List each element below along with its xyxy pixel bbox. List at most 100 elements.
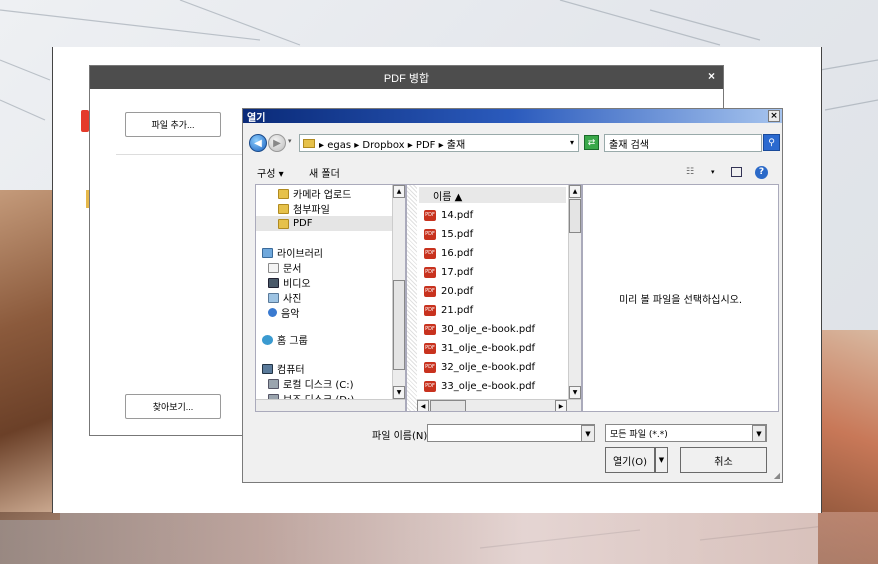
merge-close-button[interactable]: × bbox=[708, 69, 715, 83]
scroll-down-icon[interactable]: ▼ bbox=[393, 386, 405, 399]
forward-arrow-icon: ▶ bbox=[273, 137, 281, 149]
back-button[interactable]: ◀ bbox=[249, 134, 267, 152]
column-header-name[interactable]: 이름 ▲ bbox=[419, 187, 566, 203]
scroll-thumb[interactable] bbox=[569, 199, 581, 233]
organize-menu[interactable]: 구성 ▾ bbox=[257, 165, 284, 180]
open-close-button[interactable]: × bbox=[768, 110, 780, 122]
scroll-down-icon[interactable]: ▼ bbox=[569, 386, 581, 399]
view-options-icon[interactable]: ☷ bbox=[686, 167, 694, 177]
pdf-file-icon: PDF bbox=[424, 342, 436, 354]
folder-icon bbox=[278, 203, 289, 214]
pdf-file-icon: PDF bbox=[424, 266, 436, 278]
filename-row: 파일 이름(N): ▼ 모든 파일 (*.*) ▼ bbox=[243, 423, 784, 445]
folder-icon bbox=[278, 218, 289, 229]
hscroll-thumb[interactable] bbox=[430, 400, 466, 411]
file-name: 20.pdf bbox=[441, 285, 474, 297]
nav-item-local-disk-c[interactable]: 로컬 디스크 (C:) bbox=[256, 376, 393, 391]
nav-item-homegroup[interactable]: 홈 그룹 bbox=[256, 332, 393, 347]
file-type-dropdown-icon[interactable]: ▼ bbox=[752, 425, 766, 442]
scroll-up-icon[interactable]: ▲ bbox=[393, 185, 405, 198]
drive-icon bbox=[268, 378, 279, 389]
open-button[interactable]: 열기(O) bbox=[605, 447, 655, 473]
history-dropdown-icon[interactable]: ▾ bbox=[288, 137, 292, 145]
scroll-right-icon[interactable]: ▶ bbox=[555, 400, 567, 411]
search-icon: ⚲ bbox=[768, 137, 775, 148]
nav-pane-hscrollbar[interactable] bbox=[256, 399, 405, 411]
nav-item-label: 컴퓨터 bbox=[277, 365, 305, 376]
nav-item-camera-upload[interactable]: 카메라 업로드 bbox=[256, 186, 393, 201]
address-bar[interactable]: ▸ egas ▸ Dropbox ▸ PDF ▸ 출재 ▾ bbox=[299, 134, 579, 152]
file-list-pane: 이름 ▲ PDF 14.pdf PDF 15.pdf PDF 16.pdf PD… bbox=[406, 184, 582, 412]
open-file-dialog: 열기 × ◀ ▶ ▾ ▸ egas ▸ Dropbox ▸ PDF ▸ 출재 ▾… bbox=[242, 108, 783, 483]
nav-item-label: PDF bbox=[293, 218, 313, 229]
toolbar: 구성 ▾ 새 폴더 ☷ ▾ ? bbox=[243, 162, 784, 182]
file-name: 21.pdf bbox=[441, 304, 474, 316]
cancel-button[interactable]: 취소 bbox=[680, 447, 767, 473]
nav-item-label: 홈 그룹 bbox=[277, 336, 308, 347]
file-name: 31_olje_e-book.pdf bbox=[441, 342, 536, 354]
file-item[interactable]: PDF 31_olje_e-book.pdf bbox=[419, 340, 566, 356]
pane-splitter[interactable] bbox=[407, 185, 417, 411]
open-title: 열기 bbox=[247, 112, 266, 124]
filename-dropdown-icon[interactable]: ▼ bbox=[581, 425, 595, 442]
scroll-up-icon[interactable]: ▲ bbox=[569, 185, 581, 198]
file-item[interactable]: PDF 33_olje_e-book.pdf bbox=[419, 378, 566, 394]
forward-button[interactable]: ▶ bbox=[268, 134, 286, 152]
button-row: 열기(O) ▼ 취소 bbox=[243, 447, 784, 475]
new-folder-button[interactable]: 새 폴더 bbox=[309, 165, 340, 180]
refresh-icon: ⇄ bbox=[587, 137, 596, 148]
pdf-file-icon: PDF bbox=[424, 247, 436, 259]
help-icon[interactable]: ? bbox=[755, 165, 768, 179]
filename-input[interactable] bbox=[427, 424, 595, 442]
preview-pane-toggle-icon[interactable] bbox=[731, 167, 742, 177]
file-type-select[interactable]: 모든 파일 (*.*) bbox=[605, 424, 767, 442]
merge-divider bbox=[116, 154, 244, 155]
pdf-file-icon: PDF bbox=[424, 361, 436, 373]
nav-item-computer[interactable]: 컴퓨터 bbox=[256, 361, 393, 376]
nav-item-attachments[interactable]: 첨부파일 bbox=[256, 201, 393, 216]
back-arrow-icon: ◀ bbox=[254, 137, 262, 149]
music-icon bbox=[268, 308, 277, 317]
file-list-hscrollbar[interactable]: ◀ ▶ bbox=[417, 399, 581, 411]
file-name: 16.pdf bbox=[441, 247, 474, 259]
scroll-left-icon[interactable]: ◀ bbox=[417, 400, 429, 411]
file-item[interactable]: PDF 16.pdf bbox=[419, 245, 566, 261]
browse-button[interactable]: 찾아보기... bbox=[125, 394, 221, 419]
nav-pane-scrollbar[interactable]: ▲ ▼ bbox=[392, 185, 405, 399]
scroll-thumb[interactable] bbox=[393, 280, 405, 370]
open-dropdown-icon[interactable]: ▼ bbox=[655, 447, 668, 473]
preview-pane: 미리 볼 파일을 선택하십시오. bbox=[582, 184, 779, 412]
refresh-button[interactable]: ⇄ bbox=[584, 135, 599, 150]
file-item[interactable]: PDF 15.pdf bbox=[419, 226, 566, 242]
file-list-scrollbar[interactable]: ▲ ▼ bbox=[568, 185, 581, 399]
resize-grip-icon[interactable]: ◢ bbox=[774, 471, 780, 480]
nav-item-music[interactable]: 음악 bbox=[256, 305, 393, 320]
search-input[interactable]: 출재 검색 bbox=[604, 134, 762, 152]
address-dropdown-icon[interactable]: ▾ bbox=[570, 138, 574, 147]
nav-item-pictures[interactable]: 사진 bbox=[256, 290, 393, 305]
nav-item-label: 사진 bbox=[283, 294, 302, 305]
nav-item-videos[interactable]: 비디오 bbox=[256, 275, 393, 290]
nav-item-documents[interactable]: 문서 bbox=[256, 260, 393, 275]
view-dropdown-icon[interactable]: ▾ bbox=[711, 168, 715, 176]
add-file-button[interactable]: 파일 추가... bbox=[125, 112, 221, 137]
pdf-file-icon: PDF bbox=[424, 209, 436, 221]
file-item[interactable]: PDF 32_olje_e-book.pdf bbox=[419, 359, 566, 375]
nav-item-label: 카메라 업로드 bbox=[293, 190, 352, 201]
nav-item-pdf[interactable]: PDF bbox=[256, 216, 393, 231]
file-item[interactable]: PDF 21.pdf bbox=[419, 302, 566, 318]
search-button[interactable]: ⚲ bbox=[763, 134, 780, 151]
file-item[interactable]: PDF 17.pdf bbox=[419, 264, 566, 280]
file-item[interactable]: PDF 14.pdf bbox=[419, 207, 566, 223]
address-row: ◀ ▶ ▾ ▸ egas ▸ Dropbox ▸ PDF ▸ 출재 ▾ ⇄ 출재… bbox=[243, 131, 784, 153]
address-path: ▸ egas ▸ Dropbox ▸ PDF ▸ 출재 bbox=[319, 139, 466, 151]
file-item[interactable]: PDF 20.pdf bbox=[419, 283, 566, 299]
nav-item-label: 음악 bbox=[281, 309, 300, 320]
file-item[interactable]: PDF 30_olje_e-book.pdf bbox=[419, 321, 566, 337]
merge-title: PDF 병합 bbox=[383, 72, 430, 85]
pdf-file-icon: PDF bbox=[424, 285, 436, 297]
preview-message: 미리 볼 파일을 선택하십시오. bbox=[618, 294, 743, 306]
nav-item-libraries[interactable]: 라이브러리 bbox=[256, 245, 393, 260]
folder-icon bbox=[278, 188, 289, 199]
pdf-file-icon: PDF bbox=[424, 228, 436, 240]
